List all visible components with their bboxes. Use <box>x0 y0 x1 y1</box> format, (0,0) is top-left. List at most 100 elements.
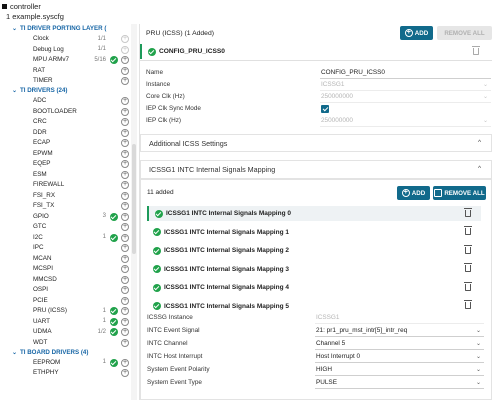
add-module-icon[interactable]: + <box>121 275 129 284</box>
delete-mapping-icon[interactable] <box>464 300 472 309</box>
add-module-icon[interactable]: + <box>121 202 129 210</box>
delete-mapping-icon[interactable] <box>464 207 472 217</box>
sidebar-section-header[interactable]: ⌄ TI DRIVERS (24) <box>12 86 130 96</box>
add-module-icon[interactable]: + <box>121 128 129 137</box>
add-module-icon[interactable]: + <box>121 286 129 294</box>
sidebar-item[interactable]: PRU (ICSS) 1 + <box>12 306 130 317</box>
sidebar-item[interactable]: I2C 1 + <box>12 232 130 243</box>
add-module-icon[interactable]: + <box>121 212 129 221</box>
add-module-icon[interactable]: + <box>121 77 129 85</box>
sidebar-item[interactable]: MCAN + <box>12 253 130 264</box>
detail-select[interactable]: 21: pr1_pru_mst_intr[5]_intr_req ⌄ <box>315 325 484 337</box>
detail-value: 21: pr1_pru_mst_intr[5]_intr_req <box>316 326 408 334</box>
add-module-icon[interactable]: + <box>121 56 129 64</box>
add-module-icon[interactable]: + <box>121 97 129 105</box>
sidebar-item[interactable]: ETHPHY + <box>12 368 130 379</box>
delete-mapping-icon[interactable] <box>464 226 472 235</box>
sidebar-item[interactable]: CRC + <box>12 117 130 128</box>
add-module-icon[interactable]: + <box>121 307 129 315</box>
add-module-icon[interactable]: + <box>121 181 129 189</box>
property-input[interactable]: CONFIG_PRU_ICSS0 <box>320 67 491 79</box>
add-module-icon[interactable]: + <box>121 244 129 252</box>
additional-settings-header[interactable]: Additional ICSS Settings ^ <box>140 134 492 152</box>
mapping-row[interactable]: ICSSG1 INTC Internal Signals Mapping 0 <box>147 206 481 221</box>
add-module-icon[interactable]: + <box>121 358 129 367</box>
add-module-icon[interactable]: + <box>121 45 129 54</box>
sidebar-item[interactable]: EEPROM 1 + <box>12 357 130 368</box>
sidebar-item[interactable]: GPIO 3 + <box>12 211 130 222</box>
add-module-icon[interactable]: + <box>121 328 129 336</box>
iep-sync-checkbox[interactable] <box>321 104 329 113</box>
sidebar-item[interactable]: IPC + <box>12 243 130 254</box>
add-module-icon[interactable]: + <box>121 149 129 158</box>
add-module-icon[interactable]: + <box>121 170 129 179</box>
sidebar-section-header[interactable]: ⌄ TI BOARD DRIVERS (4) <box>12 348 130 358</box>
add-module-icon[interactable]: + <box>121 35 129 43</box>
sidebar-section-header[interactable]: ⌄ TI DRIVER PORTING LAYER ( <box>12 24 130 34</box>
sidebar-item[interactable]: BOOTLOADER + <box>12 106 130 117</box>
add-module-icon[interactable]: + <box>121 369 129 377</box>
delete-config-icon[interactable] <box>472 46 480 55</box>
intc-mapping-header[interactable]: ICSSG1 INTC Internal Signals Mapping ^ <box>140 160 492 179</box>
sidebar-section-label: TI DRIVER PORTING LAYER ( <box>20 25 107 33</box>
detail-select[interactable]: Channel 5 ⌄ <box>315 338 484 350</box>
sidebar-item[interactable]: OSPI + <box>12 285 130 296</box>
scrollbar-thumb[interactable] <box>132 144 136 254</box>
detail-select[interactable]: HIGH ⌄ <box>315 364 484 376</box>
add-module-icon[interactable]: + <box>121 107 129 116</box>
sidebar-item[interactable]: RAT + <box>12 65 130 76</box>
sidebar-scrollbar[interactable] <box>131 24 137 400</box>
add-module-icon[interactable]: + <box>121 265 129 273</box>
add-module-icon[interactable]: + <box>121 66 129 75</box>
sidebar-item[interactable]: ADC + <box>12 96 130 107</box>
sidebar-item[interactable]: FSI_RX + <box>12 190 130 201</box>
remove-all-mappings-button[interactable]: REMOVE ALL <box>433 186 486 200</box>
sidebar-item[interactable]: FIREWALL + <box>12 180 130 191</box>
add-module-icon[interactable]: + <box>121 139 129 147</box>
config-instance-tab[interactable]: CONFIG_PRU_ICSS0 <box>140 44 340 59</box>
sidebar-item[interactable]: TIMER + <box>12 76 130 87</box>
detail-select[interactable]: Host Interrupt 0 ⌄ <box>315 351 484 363</box>
add-module-icon[interactable]: + <box>121 296 129 305</box>
mapping-row[interactable]: ICSSG1 INTC Internal Signals Mapping 1 <box>147 225 481 240</box>
add-module-icon[interactable]: + <box>121 118 129 126</box>
sidebar-item[interactable]: UDMA 1/2 + <box>12 327 130 338</box>
sidebar-item[interactable]: ESM + <box>12 169 130 180</box>
sidebar-item-label: UART <box>33 317 51 325</box>
sidebar-item[interactable]: PCIE + <box>12 295 130 306</box>
sidebar-item[interactable]: FSI_TX + <box>12 201 130 212</box>
add-mapping-button[interactable]: + ADD <box>397 186 430 200</box>
sidebar-item[interactable]: WDT + <box>12 337 130 348</box>
add-module-icon[interactable]: + <box>121 338 129 347</box>
check-circle-icon <box>110 328 118 336</box>
add-button[interactable]: + ADD <box>400 26 433 40</box>
property-checkbox-cell[interactable] <box>320 103 491 115</box>
detail-select[interactable]: PULSE ⌄ <box>315 377 484 389</box>
add-module-icon[interactable]: + <box>121 317 129 326</box>
add-module-icon[interactable]: + <box>121 233 129 242</box>
sidebar-item[interactable]: DDR + <box>12 127 130 138</box>
sidebar-item[interactable]: Debug Log 1/1 + <box>12 44 130 55</box>
delete-mapping-icon[interactable] <box>464 263 472 272</box>
add-module-icon[interactable]: + <box>121 191 129 200</box>
sidebar-item[interactable]: EQEP + <box>12 159 130 170</box>
mapping-row[interactable]: ICSSG1 INTC Internal Signals Mapping 3 <box>147 262 481 277</box>
sidebar-item[interactable]: UART 1 + <box>12 316 130 327</box>
sidebar-item[interactable]: MPU ARMv7 5/16 + <box>12 55 130 66</box>
remove-all-button[interactable]: REMOVE ALL <box>437 26 492 40</box>
sidebar-item[interactable]: MMCSD + <box>12 274 130 285</box>
sidebar-item[interactable]: ECAP + <box>12 138 130 149</box>
sidebar-item[interactable]: Clock 1/1 + <box>12 34 130 45</box>
detail-value: Channel 5 <box>316 339 346 347</box>
add-module-icon[interactable]: + <box>121 254 129 263</box>
sidebar-item[interactable]: MCSPI + <box>12 264 130 275</box>
mapping-row[interactable]: ICSSG1 INTC Internal Signals Mapping 2 <box>147 243 481 258</box>
delete-mapping-icon[interactable] <box>464 244 472 254</box>
add-module-icon[interactable]: + <box>121 223 129 231</box>
delete-mapping-icon[interactable] <box>464 281 472 291</box>
mapping-row[interactable]: ICSSG1 INTC Internal Signals Mapping 4 <box>147 280 481 295</box>
sidebar-item[interactable]: EPWM + <box>12 148 130 159</box>
add-module-icon[interactable]: + <box>121 160 129 168</box>
property-value: 250000000 <box>321 116 353 124</box>
sidebar-item[interactable]: GTC + <box>12 222 130 233</box>
